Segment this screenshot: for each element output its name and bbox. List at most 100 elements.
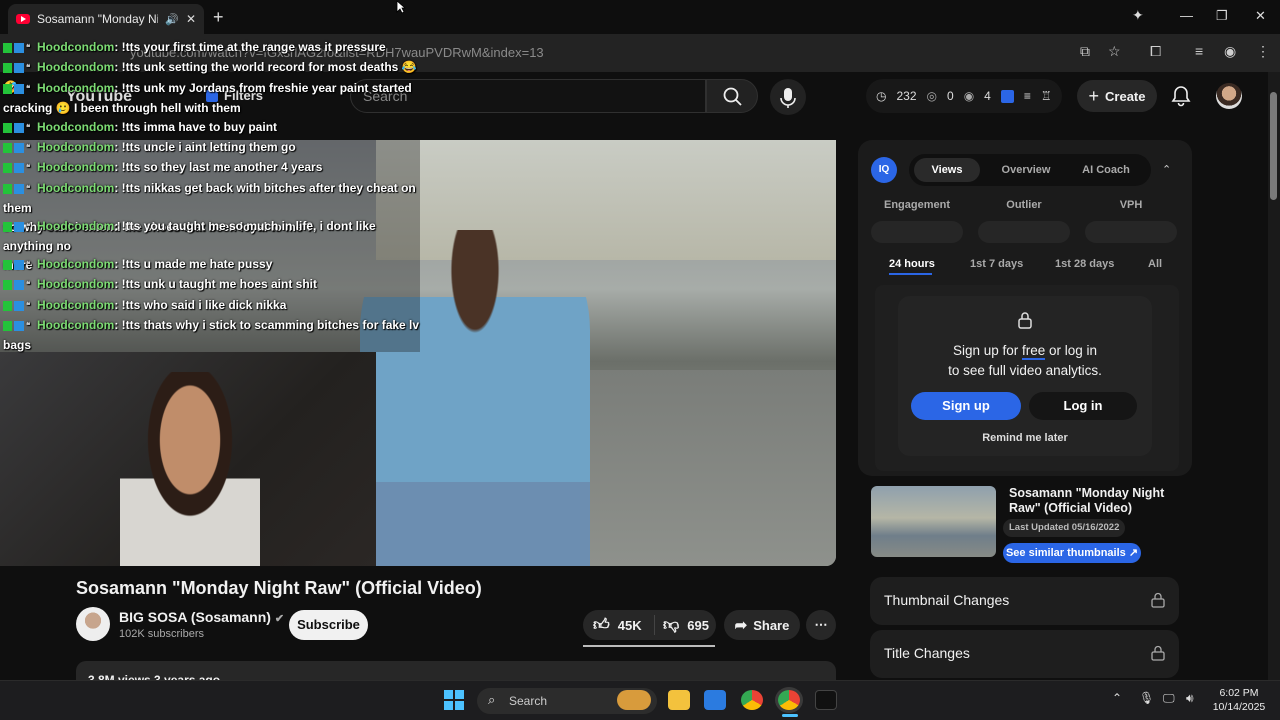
extension-stats-bar[interactable]: ◷ 232 ◎ 0 ◉ 4 ≡ ♖ xyxy=(866,79,1062,113)
like-ratio-bar xyxy=(583,645,715,647)
vip-badge-icon xyxy=(14,321,24,331)
chat-message: ❝ Hoodcondom: !tts so they last me anothe… xyxy=(3,158,428,178)
chat-username: Hoodcondom xyxy=(37,40,115,55)
stat-label-vph: VPH xyxy=(1119,199,1143,211)
vip-badge-icon xyxy=(14,143,24,153)
restore-button[interactable]: ❐ xyxy=(1216,8,1228,24)
chat-message: ❝ Hoodcondom: !tts unk my Jordans from fr… xyxy=(3,79,428,118)
modal-subline: to see full video analytics. xyxy=(948,363,1102,378)
dislike-button[interactable]: 👎︎ 695 xyxy=(655,616,709,635)
tray-network-icon[interactable]: 🖵︎ xyxy=(1163,691,1175,706)
share-button[interactable]: ➦ Share xyxy=(724,610,800,640)
chat-message: ❝ Hoodcondom: !tts who said i like dick n… xyxy=(3,296,428,316)
chat-text: : !tts unk my Jordans from freshie year … xyxy=(114,81,412,96)
active-app-indicator xyxy=(782,714,798,717)
signup-button[interactable]: Sign up xyxy=(911,392,1021,420)
tray-microphone-icon[interactable]: 🎙︎ xyxy=(1139,691,1154,705)
file-explorer-icon[interactable] xyxy=(668,690,690,710)
close-tab-icon[interactable]: ✕ xyxy=(186,12,196,26)
vidiq-logo-icon: IQ xyxy=(871,157,897,183)
chat-username: Hoodcondom xyxy=(37,120,115,135)
kick-badge-icon xyxy=(3,163,12,173)
iq-badge-icon[interactable] xyxy=(1000,89,1014,103)
chat-badges: ❝ xyxy=(3,255,34,275)
chat-text: : !tts so they last me another 4 years xyxy=(114,160,323,175)
tiktok-icon[interactable] xyxy=(815,690,837,710)
media-control-icon[interactable]: ≡ xyxy=(1195,43,1203,59)
channel-avatar[interactable] xyxy=(76,607,110,641)
streamer-face xyxy=(120,372,260,566)
stat-value-engagement xyxy=(871,221,963,243)
browser-tab[interactable]: Sosamann "Monday Night R 🔊 ✕ xyxy=(8,4,204,34)
notifications-button[interactable] xyxy=(1170,84,1192,113)
close-window-button[interactable]: ✕ xyxy=(1255,8,1266,24)
tab-title: Sosamann "Monday Night R xyxy=(37,12,159,26)
scrollbar-thumb[interactable] xyxy=(1270,92,1277,200)
last-updated-badge: Last Updated 05/16/2022 xyxy=(1003,519,1126,537)
sub-badge-icon: ❝ xyxy=(26,222,31,231)
collapse-chevron-icon[interactable]: ⌃ xyxy=(1162,163,1171,176)
chat-badges: ❝ xyxy=(3,316,34,336)
search-button[interactable] xyxy=(706,79,758,113)
chat-message: ❝ Hoodcondom: !tts imma have to buy paint xyxy=(3,118,428,138)
subscribe-button[interactable]: Subscribe xyxy=(289,610,368,640)
windows-start-icon[interactable] xyxy=(444,690,464,710)
chat-text: : !tts uncle i aint letting them go xyxy=(114,140,296,155)
chat-message: ❝ Hoodcondom: !tts u made me hate pussy xyxy=(3,255,428,275)
tray-chevron-icon[interactable]: ⌃ xyxy=(1112,691,1122,705)
account-avatar[interactable] xyxy=(1216,83,1242,109)
video-title: Sosamann "Monday Night Raw" (Official Vi… xyxy=(76,578,482,598)
thumbnail-changes-label: Thumbnail Changes xyxy=(884,592,1010,608)
like-button[interactable]: 👍︎ 45K xyxy=(583,615,655,635)
chat-username: Hoodcondom xyxy=(37,160,115,175)
range-all[interactable]: All xyxy=(1148,258,1162,270)
trophy-icon[interactable]: ♖ xyxy=(1041,89,1052,103)
login-button[interactable]: Log in xyxy=(1029,392,1137,420)
chat-text: : !tts imma have to buy paint xyxy=(114,120,278,135)
remind-later-link[interactable]: Remind me later xyxy=(898,432,1152,444)
title-changes-card[interactable]: Title Changes xyxy=(870,630,1179,678)
taskbar-clock[interactable]: 6:02 PM 10/14/2025 xyxy=(1206,686,1272,714)
range-24-hours[interactable]: 24 hours xyxy=(889,258,935,270)
create-button[interactable]: + Create xyxy=(1077,80,1157,112)
sub-badge-icon: ❝ xyxy=(26,184,31,193)
channel-name[interactable]: BIG SOSA (Sosamann) ✔ xyxy=(119,609,284,625)
vip-badge-icon xyxy=(14,280,24,290)
video-thumbnail[interactable] xyxy=(871,486,996,557)
chat-text: : !tts unk u taught me hoes aint shit xyxy=(114,277,317,292)
chat-message: ❝ Hoodcondom: !tts thats why i stick to s… xyxy=(3,316,428,355)
tab-views[interactable]: Views xyxy=(914,158,980,182)
bookmark-star-icon[interactable]: ☆ xyxy=(1108,43,1121,60)
tray-volume-icon[interactable]: 🔊︎ xyxy=(1186,691,1194,706)
minimize-button[interactable]: — xyxy=(1180,8,1193,23)
modal-free-link[interactable]: free xyxy=(1022,343,1046,360)
sub-badge-icon: ❝ xyxy=(26,280,31,289)
chat-text-continued: cracking 🥲 I been through hell with them xyxy=(3,101,241,115)
speaker-icon[interactable]: 🔊 xyxy=(165,13,179,26)
thumbnail-changes-card[interactable]: Thumbnail Changes xyxy=(870,577,1179,625)
more-actions-button[interactable]: ⋯ xyxy=(806,610,836,640)
taskbar-search-label: Search xyxy=(509,694,548,708)
menu-kebab-icon[interactable]: ⋮ xyxy=(1256,43,1270,60)
range-28-days[interactable]: 1st 28 days xyxy=(1055,258,1114,270)
profile-icon[interactable]: ◉ xyxy=(1224,43,1236,60)
chat-badges: ❝ xyxy=(3,38,34,58)
install-icon[interactable]: ⧉ xyxy=(1080,43,1090,60)
dislike-count: 695 xyxy=(687,617,709,633)
new-tab-button[interactable]: + xyxy=(213,7,224,28)
chat-username: Hoodcondom xyxy=(37,318,115,333)
tab-overview[interactable]: Overview xyxy=(993,158,1059,182)
store-icon[interactable] xyxy=(704,690,726,710)
range-7-days[interactable]: 1st 7 days xyxy=(970,258,1023,270)
chat-badges: ❝ xyxy=(3,217,34,237)
list-icon[interactable]: ≡ xyxy=(1024,89,1031,103)
chrome-icon[interactable] xyxy=(741,690,763,710)
chrome-profile-icon[interactable] xyxy=(778,690,800,710)
extensions-icon[interactable]: ⧠ xyxy=(1150,43,1161,60)
see-similar-thumbnails-button[interactable]: See similar thumbnails ↗ xyxy=(1003,543,1141,563)
chat-username: Hoodcondom xyxy=(37,298,115,313)
voice-search-button[interactable] xyxy=(770,79,806,115)
gemini-icon[interactable]: ✦ xyxy=(1132,7,1144,24)
chat-badges: ❝ xyxy=(3,275,34,295)
tab-ai-coach[interactable]: AI Coach xyxy=(1073,158,1139,182)
